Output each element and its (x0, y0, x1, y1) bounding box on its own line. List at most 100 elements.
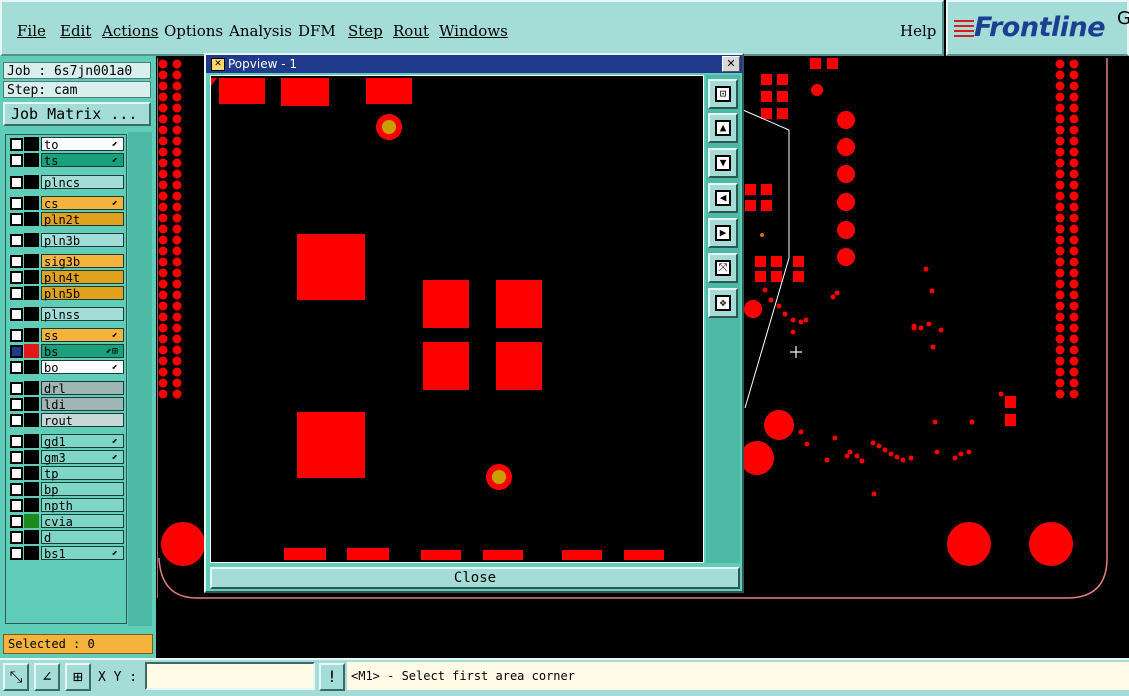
layer-name[interactable]: bs ⬋⊞ (41, 344, 124, 359)
menu-edit[interactable]: Edit (60, 22, 91, 40)
layer-row-tp[interactable]: tp (6, 466, 128, 481)
job-matrix-button[interactable]: Job Matrix ... (3, 102, 151, 126)
layer-name[interactable]: ldi (41, 397, 124, 412)
pan-up-button[interactable]: ▲ (708, 113, 738, 143)
menu-file[interactable]: File (17, 22, 46, 40)
layer-row-plncs[interactable]: plncs (6, 175, 128, 190)
layer-checkbox[interactable] (10, 361, 23, 374)
layer-row-drl[interactable]: drl (6, 381, 128, 396)
layer-name[interactable]: pln3b (41, 233, 124, 248)
layer-row-bp[interactable]: bp (6, 482, 128, 497)
layer-row-sig3b[interactable]: sig3b (6, 254, 128, 269)
angle-tool-button[interactable]: ∠ (34, 663, 60, 691)
layer-checkbox[interactable] (10, 382, 23, 395)
layer-checkbox[interactable] (10, 234, 23, 247)
layer-checkbox[interactable] (10, 213, 23, 226)
menu-help[interactable]: Help (900, 22, 936, 40)
layer-row-pln4t[interactable]: pln4t (6, 270, 128, 285)
close-button[interactable]: Close (210, 567, 740, 589)
layer-row-pln5b[interactable]: pln5b (6, 286, 128, 301)
layer-color-swatch[interactable] (24, 434, 39, 448)
layer-row-gd1[interactable]: gd1 ⬋ (6, 434, 128, 449)
layer-name[interactable]: ss ⬋ (41, 328, 124, 343)
layer-name[interactable]: d (41, 530, 124, 545)
layer-name[interactable]: cs ⬋ (41, 196, 124, 211)
layer-row-ss[interactable]: ss ⬋ (6, 328, 128, 343)
popview-canvas[interactable] (210, 75, 704, 563)
layer-checkbox[interactable] (10, 287, 23, 300)
layer-checkbox[interactable] (10, 467, 23, 480)
layer-color-swatch[interactable] (24, 328, 39, 342)
layer-color-swatch[interactable] (24, 514, 39, 528)
layer-color-swatch[interactable] (24, 233, 39, 247)
layer-color-swatch[interactable] (24, 344, 39, 358)
layer-checkbox[interactable] (10, 547, 23, 560)
menu-step[interactable]: Step (348, 22, 383, 40)
layer-row-cvia[interactable]: cvia (6, 514, 128, 529)
layer-color-swatch[interactable] (24, 482, 39, 496)
layer-color-swatch[interactable] (24, 254, 39, 268)
layer-color-swatch[interactable] (24, 413, 39, 427)
menu-dfm[interactable]: DFM (298, 22, 336, 40)
layer-name[interactable]: cvia (41, 514, 124, 529)
layer-name[interactable]: pln5b (41, 286, 124, 301)
close-icon[interactable]: ✕ (722, 56, 740, 72)
xy-input[interactable] (145, 662, 315, 690)
layer-checkbox[interactable] (10, 255, 23, 268)
layer-row-bo[interactable]: bo ⬋ (6, 360, 128, 375)
layer-checkbox[interactable] (10, 483, 23, 496)
layer-name[interactable]: pln4t (41, 270, 124, 285)
layer-name[interactable]: gd1 ⬋ (41, 434, 124, 449)
menu-windows[interactable]: Windows (439, 22, 508, 40)
zoom-fit-button[interactable]: ⊡ (708, 79, 738, 109)
zoom-in-button[interactable]: ✥ (708, 288, 738, 318)
layer-checkbox[interactable] (10, 345, 23, 358)
layer-name[interactable]: to ⬋ (41, 137, 124, 152)
layer-row-npth[interactable]: npth (6, 498, 128, 513)
layer-color-swatch[interactable] (24, 270, 39, 284)
layer-color-swatch[interactable] (24, 381, 39, 395)
layer-name[interactable]: pln2t (41, 212, 124, 227)
layer-color-swatch[interactable] (24, 137, 39, 151)
layer-row-ts[interactable]: ts ⬋ (6, 153, 128, 168)
layer-row-pln3b[interactable]: pln3b (6, 233, 128, 248)
layer-checkbox[interactable] (10, 329, 23, 342)
layer-row-gm3[interactable]: gm3 ⬋ (6, 450, 128, 465)
popview-titlebar[interactable]: ✕ Popview - 1 ✕ (206, 55, 742, 73)
layer-color-swatch[interactable] (24, 307, 39, 321)
layer-color-swatch[interactable] (24, 397, 39, 411)
layer-color-swatch[interactable] (24, 450, 39, 464)
layer-checkbox[interactable] (10, 308, 23, 321)
layer-checkbox[interactable] (10, 414, 23, 427)
layer-name[interactable]: bp (41, 482, 124, 497)
layer-row-to[interactable]: to ⬋ (6, 137, 128, 152)
layer-name[interactable]: bs1 ⬋ (41, 546, 124, 561)
layer-checkbox[interactable] (10, 398, 23, 411)
layer-row-d[interactable]: d (6, 530, 128, 545)
layer-name[interactable]: gm3 ⬋ (41, 450, 124, 465)
layer-checkbox[interactable] (10, 499, 23, 512)
layer-checkbox[interactable] (10, 197, 23, 210)
menu-actions[interactable]: Actions (102, 22, 158, 40)
layer-name[interactable]: sig3b (41, 254, 124, 269)
layer-name[interactable]: ts ⬋ (41, 153, 124, 168)
layer-name[interactable]: drl (41, 381, 124, 396)
layer-name[interactable]: tp (41, 466, 124, 481)
pan-left-button[interactable]: ◀ (708, 183, 738, 213)
layer-color-swatch[interactable] (24, 153, 39, 167)
measure-tool-button[interactable]: ⤡ (3, 663, 29, 691)
layer-color-swatch[interactable] (24, 286, 39, 300)
layer-list-scrollbar[interactable] (128, 132, 152, 626)
layer-checkbox[interactable] (10, 138, 23, 151)
layer-row-plnss[interactable]: plnss (6, 307, 128, 322)
layer-color-swatch[interactable] (24, 530, 39, 544)
menu-analysis[interactable]: Analysis (229, 22, 292, 40)
alert-button[interactable]: ! (319, 663, 345, 691)
pan-down-button[interactable]: ▼ (708, 148, 738, 178)
zoom-out-button[interactable]: ⤧ (708, 253, 738, 283)
menu-rout[interactable]: Rout (393, 22, 429, 40)
layer-name[interactable]: rout (41, 413, 124, 428)
menu-options[interactable]: Options (164, 22, 223, 40)
layer-checkbox[interactable] (10, 176, 23, 189)
layer-row-bs1[interactable]: bs1 ⬋ (6, 546, 128, 561)
